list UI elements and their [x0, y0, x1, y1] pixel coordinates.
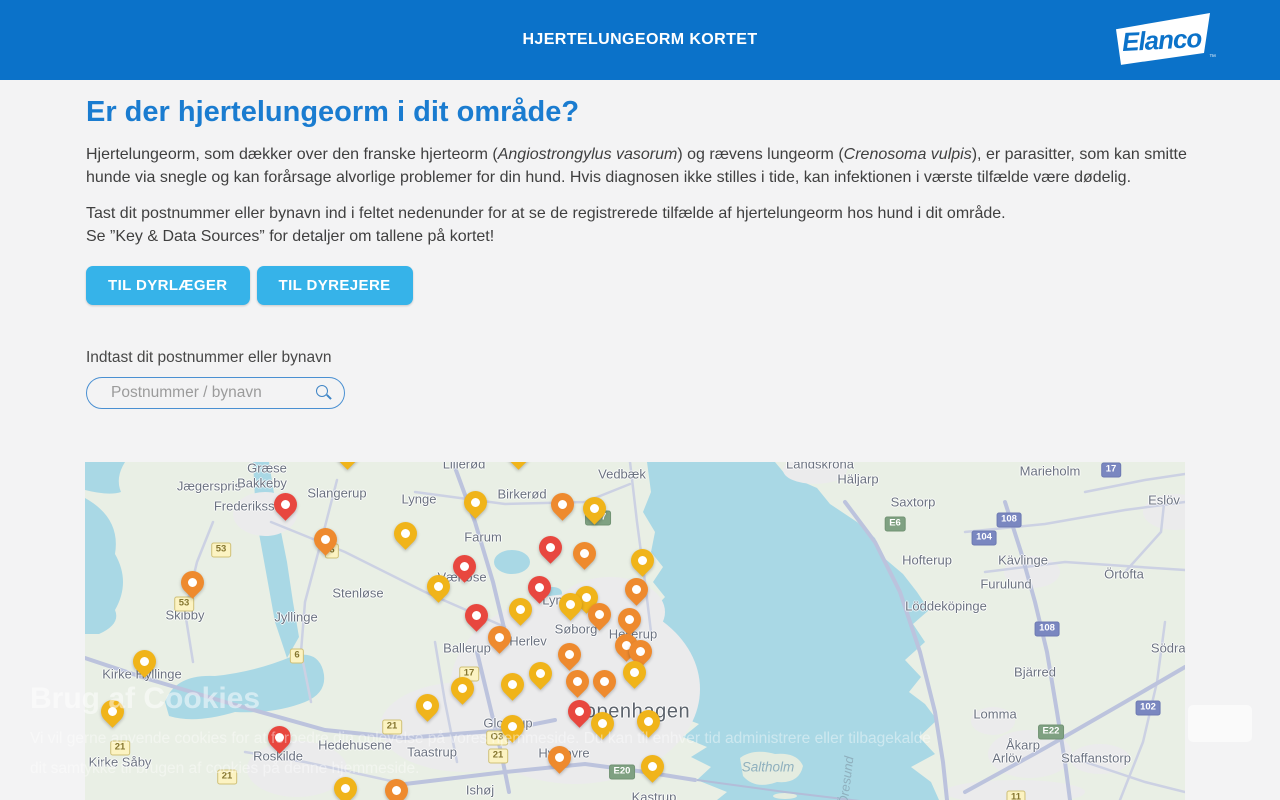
- app-header: HJERTELUNGEORM KORTET Elanco ™: [0, 0, 1280, 80]
- intro-section: Er der hjertelungeorm i dit område? Hjer…: [86, 96, 1188, 409]
- search-icon[interactable]: [316, 385, 332, 400]
- elanco-logo: Elanco ™: [1112, 13, 1216, 67]
- elanco-logo-text: Elanco: [1121, 22, 1203, 57]
- page: HJERTELUNGEORM KORTET Elanco ™ Er der hj…: [0, 0, 1280, 800]
- search-box: [86, 377, 345, 409]
- species-name-latin: Angiostrongylus vasorum: [497, 146, 678, 163]
- til-dyrejere-button[interactable]: TIL DYREJERE: [256, 266, 413, 305]
- map-base: [85, 462, 1185, 800]
- til-dyrlaeger-button[interactable]: TIL DYRLÆGER: [86, 266, 250, 305]
- elanco-logo-shape: Elanco: [1116, 13, 1210, 65]
- map[interactable]: Jægerspris Græse Bakkeby Slangerup Frederiks…: [85, 462, 1185, 800]
- cta-button-row: TIL DYRLÆGER TIL DYREJERE: [86, 266, 1188, 305]
- intro-text: ) og rævens lungeorm (: [677, 146, 844, 163]
- page-heading: Er der hjertelungeorm i dit område?: [86, 96, 580, 128]
- search-label: Indtast dit postnummer eller bynavn: [86, 349, 332, 366]
- page-title: HJERTELUNGEORM KORTET: [522, 31, 758, 48]
- instruction-paragraph: Tast dit postnummer eller bynavn ind i f…: [86, 205, 1006, 222]
- intro-text: Hjertelungeorm, som dækker over den fran…: [86, 146, 498, 163]
- intro-paragraph: Hjertelungeorm, som dækker over den fran…: [86, 144, 1188, 189]
- trademark-symbol: ™: [1209, 54, 1216, 61]
- cookie-accept-button[interactable]: [1188, 705, 1252, 742]
- search-input[interactable]: [87, 378, 344, 408]
- key-data-sources-note: Se ”Key & Data Sources” for detaljer om …: [86, 227, 495, 245]
- species-name-latin: Crenosoma vulpis: [843, 146, 972, 163]
